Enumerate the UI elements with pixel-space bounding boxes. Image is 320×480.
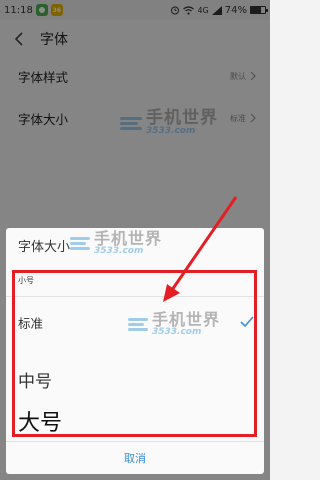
annotation-highlight-box: [12, 270, 257, 437]
dialog-title: 字体大小: [18, 240, 71, 255]
watermark-logo: 手机世界 3533.com: [70, 231, 162, 256]
cancel-button[interactable]: 取消: [6, 442, 264, 474]
watermark-brand: 手机世界: [94, 229, 163, 248]
watermark-domain: 3533.com: [94, 246, 144, 256]
watermark-mark-icon: [70, 237, 90, 250]
